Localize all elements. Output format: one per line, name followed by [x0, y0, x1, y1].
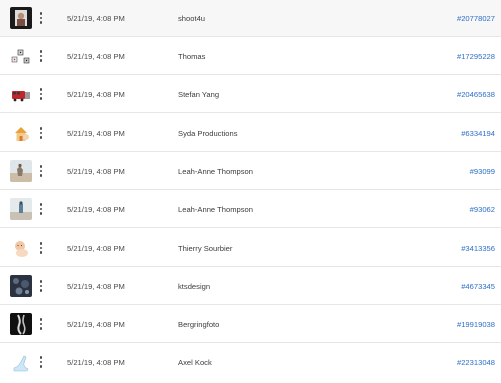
artist-name: Leah-Anne Thompson: [178, 167, 254, 176]
artist-name: shoot4u: [178, 14, 206, 23]
date-text: 5/21/19, 4:08 PM: [67, 205, 125, 214]
more-options-icon[interactable]: [35, 351, 47, 373]
asset-id-link[interactable]: #3413356: [461, 230, 495, 267]
list-item[interactable]: 5/21/19, 4:08 PM Stefan Yang #20465638: [0, 76, 501, 113]
artist-name: Stefan Yang: [178, 90, 220, 99]
more-options-icon[interactable]: [35, 160, 47, 182]
list-item[interactable]: 5/21/19, 4:08 PM ktsdesign #4673345: [0, 268, 501, 305]
asset-id-link[interactable]: #6334194: [461, 115, 495, 152]
asset-id-link[interactable]: #20465638: [457, 76, 495, 113]
asset-thumbnail[interactable]: [10, 198, 32, 220]
artist-name: Leah-Anne Thompson: [178, 205, 254, 214]
date-text: 5/21/19, 4:08 PM: [67, 282, 125, 291]
more-options-icon[interactable]: [35, 198, 47, 220]
list-item[interactable]: 5/21/19, 4:08 PM Leah-Anne Thompson #930…: [0, 191, 501, 228]
asset-list: 5/21/19, 4:08 PM shoot4u #20778027 5/21/…: [0, 0, 501, 383]
more-options-icon[interactable]: [35, 275, 47, 297]
asset-id-link[interactable]: #93099: [470, 153, 495, 190]
asset-thumbnail[interactable]: [10, 7, 32, 29]
asset-thumbnail[interactable]: [10, 313, 32, 335]
more-options-icon[interactable]: [35, 237, 47, 259]
asset-thumbnail[interactable]: [10, 83, 32, 105]
date-text: 5/21/19, 4:08 PM: [67, 167, 125, 176]
list-item[interactable]: 5/21/19, 4:08 PM Bergringfoto #19919038: [0, 306, 501, 343]
date-text: 5/21/19, 4:08 PM: [67, 320, 125, 329]
asset-id-link[interactable]: #93062: [470, 191, 495, 228]
date-text: 5/21/19, 4:08 PM: [67, 129, 125, 138]
more-options-icon[interactable]: [35, 45, 47, 67]
artist-name: Bergringfoto: [178, 320, 220, 329]
asset-id-link[interactable]: #4673345: [461, 268, 495, 305]
asset-thumbnail[interactable]: [10, 351, 32, 373]
artist-name: Thomas: [178, 52, 206, 61]
list-item[interactable]: 5/21/19, 4:08 PM Thomas #17295228: [0, 38, 501, 75]
asset-id-link[interactable]: #19919038: [457, 306, 495, 343]
asset-id-link[interactable]: #22313048: [457, 344, 495, 381]
artist-name: ktsdesign: [178, 282, 211, 291]
asset-thumbnail[interactable]: [10, 122, 32, 144]
more-options-icon[interactable]: [35, 7, 47, 29]
list-item[interactable]: 5/21/19, 4:08 PM Thierry Sourbier #34133…: [0, 230, 501, 267]
more-options-icon[interactable]: [35, 83, 47, 105]
date-text: 5/21/19, 4:08 PM: [67, 90, 125, 99]
list-item[interactable]: 5/21/19, 4:08 PM Syda Productions #63341…: [0, 115, 501, 152]
more-options-icon[interactable]: [35, 122, 47, 144]
more-options-icon[interactable]: [35, 313, 47, 335]
date-text: 5/21/19, 4:08 PM: [67, 244, 125, 253]
asset-thumbnail[interactable]: [10, 237, 32, 259]
artist-name: Axel Kock: [178, 358, 212, 367]
asset-thumbnail[interactable]: [10, 45, 32, 67]
artist-name: Syda Productions: [178, 129, 238, 138]
asset-thumbnail[interactable]: [10, 275, 32, 297]
artist-name: Thierry Sourbier: [178, 244, 233, 253]
date-text: 5/21/19, 4:08 PM: [67, 14, 125, 23]
asset-id-link[interactable]: #17295228: [457, 38, 495, 75]
list-item[interactable]: 5/21/19, 4:08 PM Axel Kock #22313048: [0, 344, 501, 381]
asset-thumbnail[interactable]: [10, 160, 32, 182]
list-item[interactable]: 5/21/19, 4:08 PM shoot4u #20778027: [0, 0, 501, 37]
asset-id-link[interactable]: #20778027: [457, 0, 495, 37]
date-text: 5/21/19, 4:08 PM: [67, 52, 125, 61]
date-text: 5/21/19, 4:08 PM: [67, 358, 125, 367]
list-item[interactable]: 5/21/19, 4:08 PM Leah-Anne Thompson #930…: [0, 153, 501, 190]
